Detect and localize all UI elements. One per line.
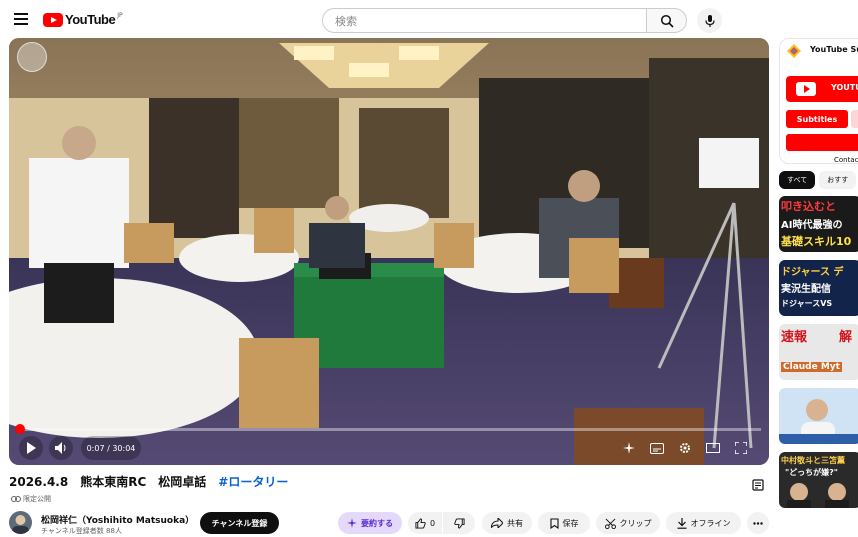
- thumbs-down-icon: [453, 517, 465, 529]
- clip-button[interactable]: クリップ: [596, 512, 660, 534]
- bookmark-icon: [549, 517, 559, 529]
- thumb-text: ドジャース デ: [781, 267, 844, 278]
- chip-all[interactable]: すべて: [779, 171, 816, 189]
- ad-subtitles-button[interactable]: Subtitles: [786, 110, 848, 128]
- fullscreen-icon[interactable]: [733, 440, 749, 456]
- logo-text: YouTube: [65, 12, 116, 27]
- recommended-thumbnail[interactable]: ドジャース デ 実況生配信 ドジャースVS: [779, 260, 858, 316]
- thumb-text: ドジャースVS: [781, 299, 833, 308]
- visibility-status: 限定公開: [11, 494, 51, 504]
- search-icon: [660, 14, 674, 28]
- search-input[interactable]: 検索: [322, 8, 647, 33]
- download-button[interactable]: オフライン: [666, 512, 741, 534]
- video-title: 2026.4.8 熊本東南RC 松岡卓話 #ロータリー: [9, 473, 288, 490]
- progress-bar[interactable]: [14, 424, 761, 434]
- more-actions-button[interactable]: [747, 512, 769, 534]
- scissors-icon: [604, 518, 616, 529]
- thumbs-up-icon: [415, 517, 426, 529]
- thumb-text: 叩き込むと: [781, 200, 836, 213]
- share-label: 共有: [507, 518, 523, 528]
- youtube-logo[interactable]: YouTube JP: [43, 12, 123, 27]
- dislike-button[interactable]: [443, 512, 475, 534]
- hashtag-link[interactable]: #ロータリー: [218, 475, 288, 489]
- share-button[interactable]: 共有: [482, 512, 532, 534]
- settings-gear-icon[interactable]: [677, 440, 693, 456]
- channel-name[interactable]: 松岡祥仁（Yoshihito Matsuoka）: [41, 513, 194, 526]
- search-button[interactable]: [647, 8, 687, 33]
- progress-scrubber[interactable]: [14, 424, 25, 434]
- thumb-person-image: [779, 399, 858, 444]
- ad-title: YouTube Su: [810, 45, 858, 54]
- chip-recommended[interactable]: おすす: [819, 171, 857, 189]
- save-label: 保存: [562, 518, 579, 528]
- download-label: オフライン: [690, 518, 731, 528]
- autoplay-sparkle-icon[interactable]: [621, 440, 637, 456]
- download-icon: [677, 517, 686, 529]
- sparkle-icon: [347, 518, 357, 528]
- voice-search-button[interactable]: [697, 8, 722, 33]
- filter-chips: すべて おすす: [779, 171, 857, 189]
- thumb-text: 解: [839, 330, 853, 345]
- ad-play-icon: [796, 82, 816, 96]
- recommended-thumbnail[interactable]: 速報 解 Claude Myt: [779, 324, 858, 380]
- summarize-label: 要約する: [361, 518, 393, 528]
- channel-avatar[interactable]: [9, 511, 32, 534]
- recommended-thumbnail[interactable]: 叩き込むと AI時代最強の 基礎スキル10: [779, 196, 858, 252]
- thumb-text: 基礎スキル10: [781, 235, 852, 248]
- like-count: 0: [429, 518, 436, 528]
- volume-button[interactable]: [49, 436, 73, 460]
- thumb-text: 実況生配信: [781, 284, 831, 295]
- ad-contact-link[interactable]: Contac: [834, 156, 858, 164]
- subscriber-count: チャンネル登録者数 88人: [41, 527, 122, 535]
- thumb-text: AI時代最強の: [781, 220, 843, 231]
- top-bar: YouTube JP 検索: [0, 0, 858, 40]
- play-button[interactable]: [19, 436, 43, 460]
- search-placeholder: 検索: [335, 14, 357, 28]
- theater-mode-icon[interactable]: [705, 440, 721, 456]
- sidebar: YouTube Su YOUTU Subtitles Contac すべて おす…: [779, 38, 858, 537]
- subtitles-icon[interactable]: [649, 440, 665, 456]
- clip-label: クリップ: [619, 518, 652, 528]
- recommended-thumbnail[interactable]: [779, 388, 858, 444]
- microphone-icon: [704, 14, 715, 27]
- link-icon: [11, 496, 21, 502]
- thumb-text: "どっちが嫌?": [785, 468, 838, 477]
- video-title-text: 2026.4.8 熊本東南RC 松岡卓話: [9, 475, 219, 489]
- ad-secondary-button[interactable]: [851, 110, 858, 128]
- time-display: 0:07 / 30:04: [81, 436, 141, 460]
- more-horizontal-icon: [753, 521, 763, 525]
- subscribe-button[interactable]: チャンネル登録: [200, 512, 279, 534]
- save-button[interactable]: 保存: [538, 512, 590, 534]
- ad-cta-button[interactable]: [786, 134, 858, 151]
- visibility-label: 限定公開: [23, 495, 51, 503]
- ad-card[interactable]: YouTube Su YOUTU Subtitles Contac: [779, 38, 858, 164]
- share-icon: [491, 518, 503, 528]
- summarize-button[interactable]: 要約する: [338, 512, 402, 534]
- logo-region: JP: [117, 12, 123, 19]
- like-button[interactable]: 0: [408, 512, 442, 534]
- play-icon: [27, 442, 36, 454]
- thumb-person-image: [787, 483, 849, 508]
- recommended-thumbnail[interactable]: 中村敬斗と三笘薫 "どっちが嫌?": [779, 452, 858, 508]
- volume-icon: [55, 442, 66, 454]
- youtube-play-icon: [43, 12, 63, 27]
- thumb-text: 速報: [781, 330, 808, 345]
- thumb-text: 中村敬斗と三笘薫: [781, 456, 845, 465]
- notes-icon[interactable]: [752, 476, 764, 495]
- 360-navigation-control[interactable]: [17, 42, 47, 72]
- ad-banner[interactable]: YOUTU: [786, 76, 858, 102]
- youtube-studio-logo-icon: [787, 44, 801, 58]
- video-player[interactable]: 0:07 / 30:04: [9, 38, 769, 465]
- ad-banner-text: YOUTU: [831, 83, 858, 92]
- video-frame: [9, 38, 769, 465]
- thumb-text: Claude Myt: [781, 362, 842, 372]
- menu-icon[interactable]: [14, 13, 28, 25]
